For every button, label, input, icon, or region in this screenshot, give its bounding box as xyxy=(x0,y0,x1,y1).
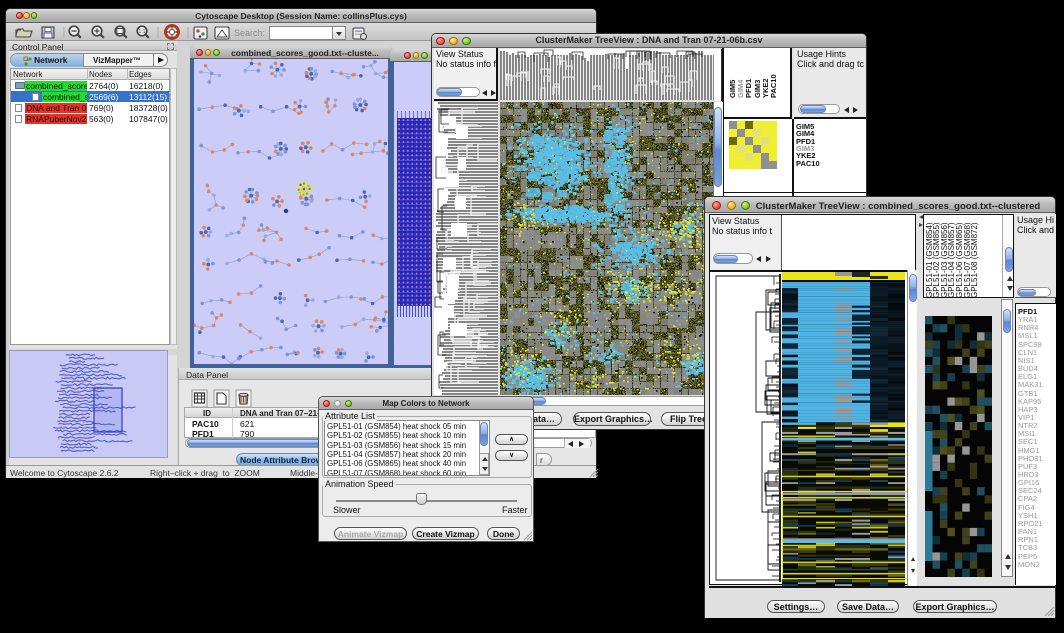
svg-text:1:1: 1:1 xyxy=(139,29,146,35)
